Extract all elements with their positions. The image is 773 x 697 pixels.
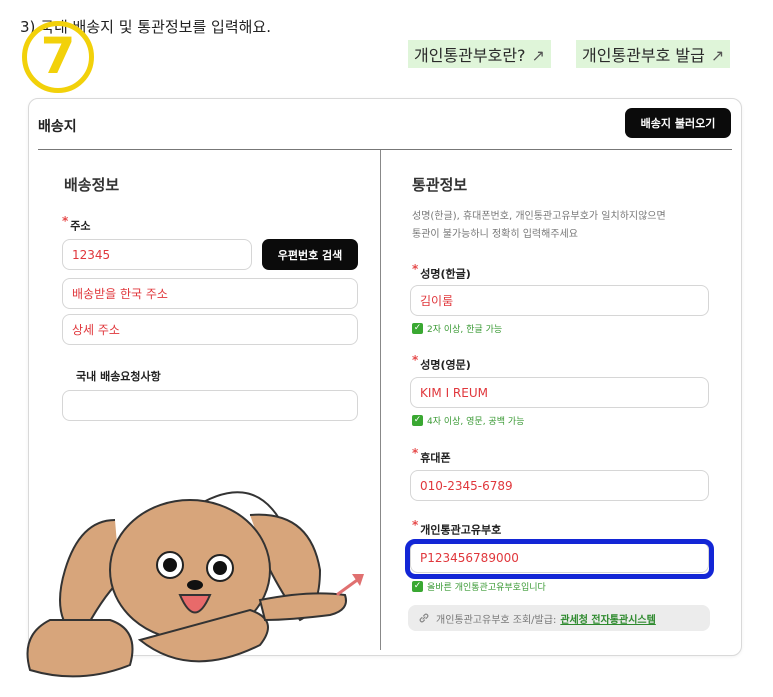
name-en-label: * 성명(영문) xyxy=(412,353,471,372)
issue-pccc-link[interactable]: 개인통관부호 발급 ↗ xyxy=(576,40,731,68)
required-mark: * xyxy=(412,353,419,367)
card-title: 배송지 xyxy=(38,119,77,135)
pccc-label: * 개인통관고유부호 xyxy=(412,518,502,537)
column-divider xyxy=(380,150,381,650)
pccc-lookup-bar: 개인통관고유부호 조회/발급: 관세청 전자통관시스템 xyxy=(408,605,710,631)
delivery-request-label: 국내 배송요청사항 xyxy=(76,370,161,383)
customs-system-link[interactable]: 관세청 전자통관시스템 xyxy=(560,611,655,626)
link-label: 개인통관부호란? xyxy=(414,46,526,65)
customs-hint: 성명(한글), 휴대폰번호, 개인통관고유부호가 일치하지않으면 통관이 불가능… xyxy=(412,211,666,240)
address-detail-input[interactable]: 상세 주소 xyxy=(62,314,358,345)
name-kr-validation: ✓ 2자 이상, 한글 가능 xyxy=(412,323,503,335)
checkbox-checked-icon: ✓ xyxy=(412,323,423,334)
zip-search-button[interactable]: 우편번호 검색 xyxy=(262,239,358,270)
required-mark: * xyxy=(412,262,419,276)
step-number-badge: 7 xyxy=(22,21,94,93)
card-header-divider xyxy=(38,149,732,150)
name-kr-input[interactable]: 김이룸 xyxy=(410,285,709,316)
link-icon xyxy=(419,613,429,623)
delivery-request-input[interactable] xyxy=(62,390,358,421)
arrow-up-right-icon: ↗ xyxy=(710,46,725,65)
checkbox-checked-icon: ✓ xyxy=(412,415,423,426)
required-mark: * xyxy=(412,518,419,532)
link-label: 개인통관부호 발급 xyxy=(582,46,705,65)
customs-section-title: 통관정보 xyxy=(412,176,468,194)
pccc-highlight-box xyxy=(405,539,714,579)
shipping-section-title: 배송정보 xyxy=(64,176,120,194)
required-mark: * xyxy=(62,214,69,228)
phone-input[interactable]: 010-2345-6789 xyxy=(410,470,709,501)
lookup-text: 개인통관고유부호 조회/발급: xyxy=(436,614,557,626)
load-address-button[interactable]: 배송지 불러오기 xyxy=(625,108,731,138)
name-kr-label: * 성명(한글) xyxy=(412,262,471,281)
address-input[interactable]: 배송받을 한국 주소 xyxy=(62,278,358,309)
what-is-pccc-link[interactable]: 개인통관부호란? ↗ xyxy=(408,40,551,68)
name-en-validation: ✓ 4자 이상, 영문, 공백 가능 xyxy=(412,415,525,427)
postal-code-input[interactable]: 12345 xyxy=(62,239,252,270)
name-en-input[interactable]: KIM I REUM xyxy=(410,377,709,408)
required-mark: * xyxy=(412,446,419,460)
arrow-up-right-icon: ↗ xyxy=(531,46,545,65)
dog-mascot-illustration xyxy=(26,491,347,678)
phone-label: * 휴대폰 xyxy=(412,446,451,465)
checkbox-checked-icon: ✓ xyxy=(412,581,423,592)
pointer-arrow-icon xyxy=(336,574,364,596)
pccc-validation: ✓ 올바른 개인통관고유부호입니다 xyxy=(412,581,546,593)
address-label: * 주소 xyxy=(62,214,91,233)
